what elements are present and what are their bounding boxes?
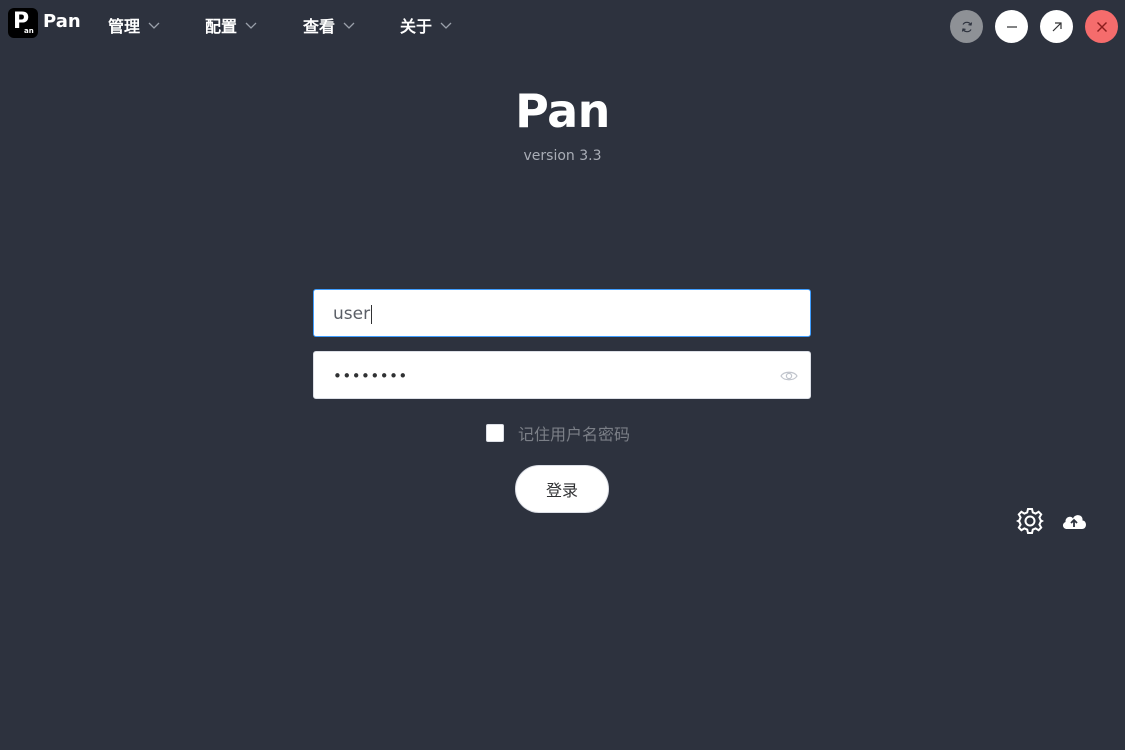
menu-about[interactable]: 关于 bbox=[400, 14, 452, 36]
login-button[interactable]: 登录 bbox=[515, 465, 609, 513]
app-name: Pan bbox=[43, 11, 81, 32]
menu-manage-label: 管理 bbox=[108, 17, 141, 36]
gear-icon[interactable] bbox=[1016, 507, 1044, 535]
menu-manage[interactable]: 管理 bbox=[108, 14, 160, 36]
refresh-button[interactable] bbox=[950, 10, 983, 43]
cloud-upload-icon[interactable] bbox=[1060, 507, 1088, 535]
menu-about-label: 关于 bbox=[400, 17, 433, 36]
chevron-down-icon bbox=[148, 22, 160, 29]
minimize-icon bbox=[1006, 25, 1017, 28]
app-window: P an Pan 管理 配置 查看 关于 Pan version 3.3 use… bbox=[0, 0, 1125, 750]
password-value: •••••••• bbox=[333, 367, 408, 385]
remember-checkbox[interactable]: 记住用户名密码 bbox=[486, 423, 631, 444]
minimize-button[interactable] bbox=[995, 10, 1028, 43]
chevron-down-icon bbox=[245, 22, 257, 29]
menu-config-label: 配置 bbox=[205, 17, 238, 36]
password-input[interactable]: •••••••• bbox=[313, 351, 811, 399]
checkbox-box[interactable] bbox=[486, 424, 504, 442]
menu-view[interactable]: 查看 bbox=[303, 14, 355, 36]
username-input[interactable]: user bbox=[313, 289, 811, 337]
page-title: Pan bbox=[515, 84, 610, 138]
logo-subtext: an bbox=[24, 27, 34, 35]
chevron-down-icon bbox=[440, 22, 452, 29]
app-logo: P an bbox=[8, 8, 38, 38]
username-value: user bbox=[333, 304, 373, 324]
menu-config[interactable]: 配置 bbox=[205, 14, 257, 36]
chevron-down-icon bbox=[343, 22, 355, 29]
version-label: version 3.3 bbox=[523, 148, 602, 164]
refresh-icon bbox=[961, 21, 972, 32]
close-button[interactable] bbox=[1085, 10, 1118, 43]
maximize-button[interactable] bbox=[1040, 10, 1073, 43]
close-icon bbox=[1096, 21, 1107, 32]
menu-view-label: 查看 bbox=[303, 17, 336, 36]
expand-arrow-icon bbox=[1052, 21, 1062, 31]
eye-icon[interactable] bbox=[780, 368, 798, 384]
title-bar: P an Pan 管理 配置 查看 关于 bbox=[0, 0, 1125, 50]
remember-label: 记住用户名密码 bbox=[518, 425, 631, 444]
